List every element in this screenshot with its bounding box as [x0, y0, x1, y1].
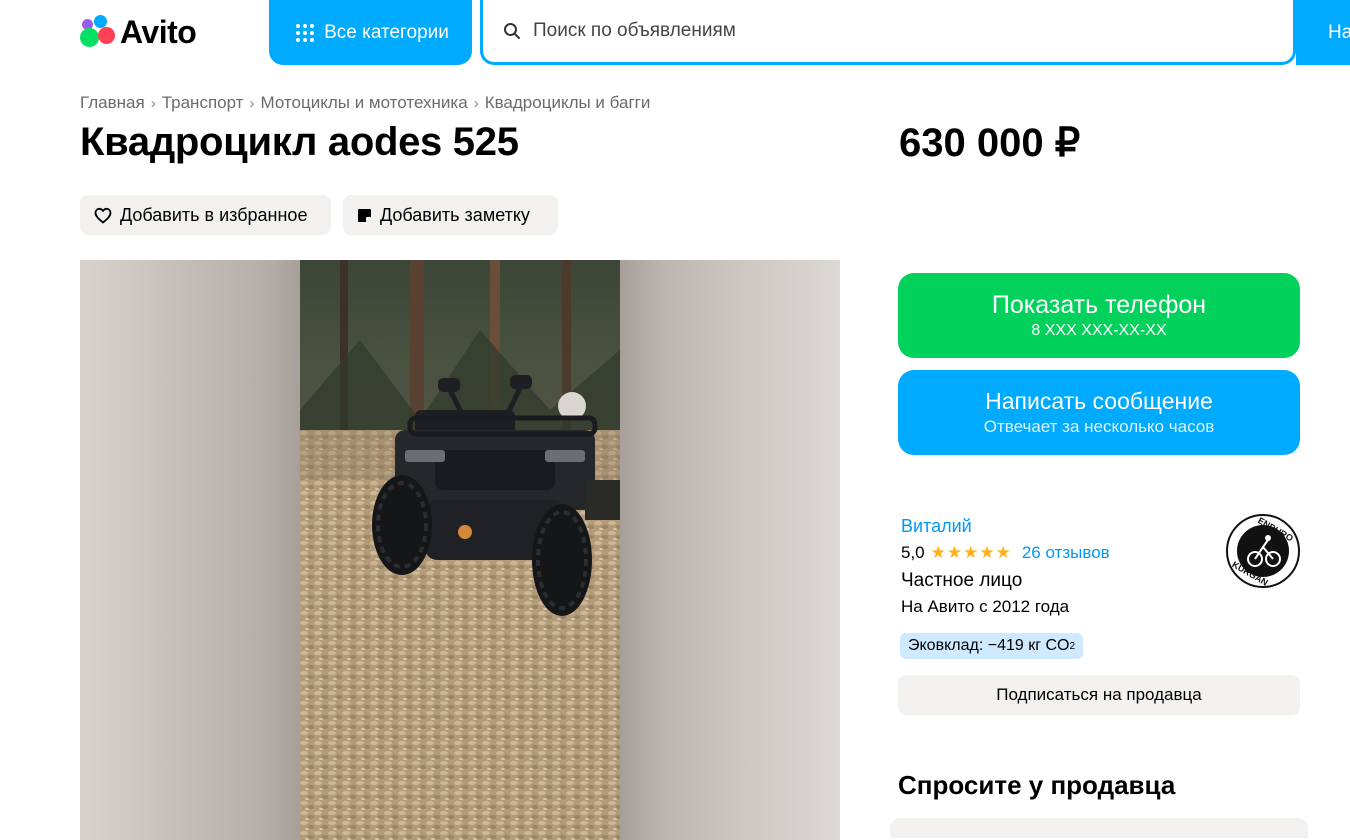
subscribe-label: Подписаться на продавца	[996, 685, 1202, 704]
note-icon	[358, 208, 371, 222]
all-categories-button[interactable]: Все категории	[269, 0, 472, 65]
atv-photo	[300, 260, 620, 840]
photo-blur-left	[80, 260, 300, 840]
chevron-right-icon: ›	[150, 94, 156, 112]
seller-rating: 5,0 ★★★★★ 26 отзывов	[901, 543, 1110, 563]
search-input[interactable]	[531, 19, 1235, 43]
seller-name-link[interactable]: Виталий	[901, 516, 972, 537]
rating-value: 5,0	[901, 543, 925, 562]
listing-photo-gallery[interactable]	[80, 260, 840, 840]
find-button[interactable]: На	[1296, 0, 1350, 65]
ask-seller-box[interactable]	[890, 818, 1308, 838]
add-to-favorites-button[interactable]: Добавить в избранное	[80, 195, 331, 235]
heart-icon	[94, 207, 112, 223]
all-categories-label: Все категории	[324, 21, 449, 43]
breadcrumb-link-transport[interactable]: Транспорт	[162, 93, 244, 113]
reviews-link[interactable]: 26 отзывов	[1022, 543, 1110, 563]
search-bar	[480, 0, 1296, 65]
eco-contribution-badge[interactable]: Эковклад: −419 кг CO 2	[900, 633, 1084, 659]
chevron-right-icon: ›	[473, 94, 479, 112]
write-message-button[interactable]: Написать сообщение Отвечает за несколько…	[898, 370, 1300, 455]
seller-since: На Авито с 2012 года	[901, 597, 1070, 616]
ask-seller-heading: Спросите у продавца	[898, 770, 1176, 800]
write-message-label: Написать сообщение	[985, 388, 1213, 414]
logo-text: Avito	[120, 13, 197, 50]
rating-stars-icon: ★★★★★	[930, 543, 1012, 562]
avito-logo-dots-icon	[80, 14, 116, 50]
search-icon	[504, 23, 520, 39]
breadcrumb-link-home[interactable]: Главная	[80, 93, 145, 113]
breadcrumb-link-quads[interactable]: Квадроциклы и багги	[485, 93, 651, 113]
find-button-label: На	[1328, 21, 1350, 43]
breadcrumb-link-moto[interactable]: Мотоциклы и мототехника	[260, 93, 467, 113]
chevron-right-icon: ›	[249, 94, 255, 112]
seller-avatar[interactable]: ENDURO KURGAN	[1226, 514, 1300, 588]
subscribe-to-seller-button[interactable]: Подписаться на продавца	[898, 675, 1300, 715]
add-note-label: Добавить заметку	[380, 204, 530, 225]
add-note-button[interactable]: Добавить заметку	[343, 195, 558, 235]
avito-logo[interactable]: Avito	[80, 13, 197, 50]
show-phone-label: Показать телефон	[991, 291, 1207, 319]
price: 630 000 ₽	[899, 121, 1081, 165]
grid-dots-icon	[296, 23, 315, 42]
breadcrumb: Главная › Транспорт › Мотоциклы и мототе…	[80, 93, 650, 113]
add-to-favorites-label: Добавить в избранное	[120, 204, 308, 225]
response-time-text: Отвечает за несколько часов	[983, 417, 1215, 436]
photo-blur-right	[620, 260, 840, 840]
page-title: Квадроцикл aodes 525	[80, 120, 519, 164]
masked-phone-number: 8 XXX XXX-XX-XX	[1031, 322, 1167, 339]
show-phone-button[interactable]: Показать телефон 8 XXX XXX-XX-XX	[898, 273, 1300, 358]
eco-label: Эковклад: −419 кг CO	[908, 637, 1070, 654]
seller-type: Частное лицо	[901, 570, 1023, 591]
eco-subscript: 2	[1069, 640, 1076, 652]
